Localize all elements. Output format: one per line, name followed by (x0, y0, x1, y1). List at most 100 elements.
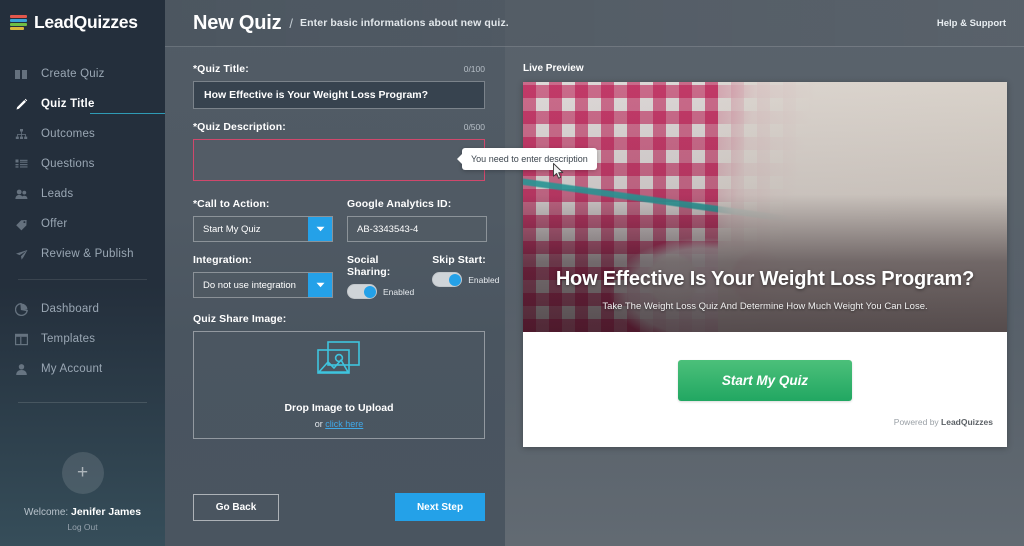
leadquizzes-logo-icon (10, 15, 27, 30)
sidebar-item-label: Quiz Title (41, 98, 95, 110)
nav-divider-bottom (18, 402, 147, 403)
powered-by-brand: LeadQuizzes (941, 417, 993, 427)
quiz-description-label: *Quiz Description: (193, 121, 286, 133)
sidebar-item-review-publish[interactable]: Review & Publish (0, 239, 165, 269)
next-step-button[interactable]: Next Step (395, 493, 485, 521)
sidebar-item-label: Create Quiz (41, 68, 105, 80)
brand-name: LeadQuizzes (34, 12, 138, 32)
quiz-title-input[interactable] (193, 81, 485, 109)
sidebar-item-quiz-title[interactable]: Quiz Title (0, 89, 165, 119)
page-subtitle: Enter basic informations about new quiz. (300, 17, 509, 29)
quiz-share-image-label: Quiz Share Image: (193, 313, 287, 325)
description-error-tooltip: You need to enter description (462, 148, 597, 170)
sidebar-item-offer[interactable]: Offer (0, 209, 165, 239)
social-sharing-state: Enabled (383, 286, 415, 297)
form-actions: Go Back Next Step (193, 493, 485, 521)
sidebar-item-label: Outcomes (41, 128, 96, 140)
active-indicator (90, 113, 165, 114)
powered-by-prefix: Powered by (893, 417, 942, 427)
sitemap-icon (14, 127, 29, 142)
sidebar-item-label: Questions (41, 158, 95, 170)
quiz-description-field: *Quiz Description: 0/500 (193, 121, 495, 186)
integration-select[interactable]: Do not use integration (193, 272, 333, 298)
title-separator: / (289, 15, 294, 31)
primary-nav: Create Quiz Quiz Title Outcomes Question… (0, 59, 165, 403)
sidebar-item-label: Offer (41, 218, 68, 230)
call-to-action-field: *Call to Action: Start My Quiz (193, 198, 333, 242)
hero-text-block: How Effective Is Your Weight Loss Progra… (523, 268, 1007, 312)
quiz-description-textarea[interactable] (193, 139, 485, 181)
sidebar-item-label: My Account (41, 363, 103, 375)
social-sharing-field: Social Sharing: Enabled (347, 254, 414, 299)
integration-field: Integration: Do not use integration (193, 254, 333, 299)
click-here-link[interactable]: click here (325, 419, 363, 429)
call-to-action-select[interactable]: Start My Quiz (193, 216, 333, 242)
toggle-group: Social Sharing: Enabled Skip Start: Enab… (347, 254, 499, 299)
user-name: Jenifer James (71, 506, 142, 518)
list-icon (14, 157, 29, 172)
sidebar: LeadQuizzes Create Quiz Quiz Title Outco… (0, 0, 165, 546)
sidebar-item-label: Dashboard (41, 303, 100, 315)
user-block: + Welcome: Jenifer James Log Out (0, 452, 165, 532)
content-area: *Quiz Title: 0/100 *Quiz Description: 0/… (165, 47, 1024, 546)
help-support-link[interactable]: Help & Support (937, 18, 1006, 29)
users-icon (14, 187, 29, 202)
skip-start-field: Skip Start: Enabled (432, 254, 499, 299)
sidebar-item-my-account[interactable]: My Account (0, 354, 165, 384)
layout-icon (14, 332, 29, 347)
dropzone-title: Drop Image to Upload (284, 402, 394, 414)
chevron-down-icon (308, 273, 332, 297)
powered-by: Powered by LeadQuizzes (523, 401, 1007, 433)
dropzone-or-text: or (314, 419, 326, 429)
logout-link[interactable]: Log Out (0, 522, 165, 532)
sidebar-item-leads[interactable]: Leads (0, 179, 165, 209)
pencil-icon (14, 97, 29, 112)
live-preview-panel: Live Preview How Effective Is Your Weigh… (495, 63, 1024, 546)
integration-label: Integration: (193, 254, 252, 266)
quiz-description-counter: 0/500 (463, 122, 485, 132)
integration-value: Do not use integration (203, 279, 296, 291)
sidebar-item-templates[interactable]: Templates (0, 324, 165, 354)
preview-card: How Effective Is Your Weight Loss Progra… (523, 82, 1007, 447)
page-title: New Quiz (193, 11, 282, 34)
sidebar-item-create-quiz[interactable]: Create Quiz (0, 59, 165, 89)
avatar-plus-icon: + (76, 462, 89, 483)
preview-subheadline: Take The Weight Loss Quiz And Determine … (602, 301, 928, 312)
main-area: New Quiz / Enter basic informations abou… (165, 0, 1024, 546)
sidebar-item-outcomes[interactable]: Outcomes (0, 119, 165, 149)
preview-headline: How Effective Is Your Weight Loss Progra… (555, 268, 975, 290)
quiz-title-label: *Quiz Title: (193, 63, 249, 75)
quiz-title-field: *Quiz Title: 0/100 (193, 63, 495, 109)
call-to-action-label: *Call to Action: (193, 198, 270, 210)
social-sharing-toggle[interactable] (347, 284, 377, 299)
avatar[interactable]: + (61, 452, 104, 494)
nav-divider (18, 279, 147, 280)
sidebar-item-label: Leads (41, 188, 74, 200)
chevron-down-icon (308, 217, 332, 241)
image-placeholder-icon (317, 341, 361, 380)
welcome-text: Welcome: Jenifer James (0, 506, 165, 518)
columns-icon (14, 67, 29, 82)
user-icon (14, 362, 29, 377)
skip-start-toggle[interactable] (432, 272, 463, 287)
top-header: New Quiz / Enter basic informations abou… (165, 0, 1024, 47)
skip-start-label: Skip Start: (432, 254, 486, 266)
live-preview-label: Live Preview (523, 63, 584, 74)
preview-start-quiz-button[interactable]: Start My Quiz (677, 360, 853, 401)
call-to-action-value: Start My Quiz (203, 223, 261, 235)
sidebar-item-label: Review & Publish (41, 248, 134, 260)
welcome-prefix: Welcome: (23, 507, 69, 518)
go-back-button[interactable]: Go Back (193, 493, 279, 521)
sidebar-item-questions[interactable]: Questions (0, 149, 165, 179)
sidebar-item-dashboard[interactable]: Dashboard (0, 294, 165, 324)
brand-logo[interactable]: LeadQuizzes (0, 0, 165, 45)
quiz-share-image-field: Quiz Share Image: Drop Image to Upload o… (193, 313, 495, 439)
image-dropzone[interactable]: Drop Image to Upload or click here (193, 331, 485, 439)
tag-icon (14, 217, 29, 232)
pie-chart-icon (14, 302, 29, 317)
app-root: LeadQuizzes Create Quiz Quiz Title Outco… (0, 0, 1024, 546)
quiz-title-counter: 0/100 (463, 64, 485, 74)
preview-cta-zone: Start My Quiz Powered by LeadQuizzes (523, 332, 1007, 447)
google-analytics-input[interactable] (347, 216, 487, 242)
paper-plane-icon (14, 247, 29, 262)
